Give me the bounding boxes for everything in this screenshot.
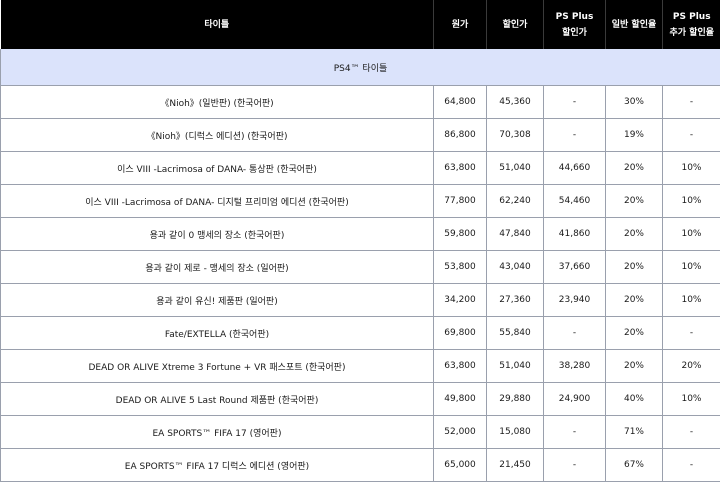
table-row: 이스 VIII -Lacrimosa of DANA- 디지털 프리미엄 에디션… bbox=[0, 184, 720, 218]
cell-ps-plus-price: 38,280 bbox=[543, 349, 606, 383]
cell-ps-plus-price: 44,660 bbox=[543, 151, 606, 185]
table-row: DEAD OR ALIVE 5 Last Round 제품판 (한국어판) 49,… bbox=[0, 382, 720, 416]
cell-normal-rate: 40% bbox=[605, 382, 663, 416]
cell-title: DEAD OR ALIVE Xtreme 3 Fortune + VR 패스포트… bbox=[0, 349, 434, 383]
cell-title: EA SPORTS™ FIFA 17 (영어판) bbox=[0, 415, 434, 449]
cell-original-price: 53,800 bbox=[433, 250, 487, 284]
cell-sale-price: 70,308 bbox=[486, 118, 544, 152]
section-label: PS4™ 타이틀 bbox=[0, 49, 720, 86]
cell-ps-plus-price: - bbox=[543, 415, 606, 449]
cell-original-price: 49,800 bbox=[433, 382, 487, 416]
table-row: 용과 같이 제로 - 맹세의 장소 (일어판) 53,800 43,040 37,66… bbox=[0, 250, 720, 284]
cell-title: 《Nioh》(일반판) (한국어판) bbox=[0, 85, 434, 119]
cell-extra-rate: 20% bbox=[662, 349, 720, 383]
cell-sale-price: 29,880 bbox=[486, 382, 544, 416]
header-extra-rate-line1: PS Plus bbox=[672, 11, 711, 22]
table-row: DEAD OR ALIVE Xtreme 3 Fortune + VR 패스포트… bbox=[0, 349, 720, 383]
table-row: 용과 같이 유신! 제품판 (일어판) 34,200 27,360 23,940 20%… bbox=[0, 283, 720, 317]
cell-ps-plus-price: 24,900 bbox=[543, 382, 606, 416]
cell-normal-rate: 20% bbox=[605, 250, 663, 284]
cell-original-price: 64,800 bbox=[433, 85, 487, 119]
header-extra-rate-line2: 추가 할인율 bbox=[669, 27, 715, 38]
cell-sale-price: 51,040 bbox=[486, 151, 544, 185]
header-ps-plus-price: PS Plus 할인가 bbox=[543, 0, 606, 49]
table-row: 이스 VIII -Lacrimosa of DANA- 통상판 (한국어판) 63… bbox=[0, 151, 720, 185]
cell-original-price: 86,800 bbox=[433, 118, 487, 152]
cell-extra-rate: - bbox=[662, 316, 720, 350]
cell-title: 용과 같이 유신! 제품판 (일어판) bbox=[0, 283, 434, 317]
cell-sale-price: 47,840 bbox=[486, 217, 544, 251]
cell-title: DEAD OR ALIVE 5 Last Round 제품판 (한국어판) bbox=[0, 382, 434, 416]
cell-normal-rate: 20% bbox=[605, 151, 663, 185]
cell-original-price: 34,200 bbox=[433, 283, 487, 317]
cell-title: 이스 VIII -Lacrimosa of DANA- 디지털 프리미엄 에디션… bbox=[0, 184, 434, 218]
cell-ps-plus-price: - bbox=[543, 316, 606, 350]
cell-ps-plus-price: - bbox=[543, 448, 606, 482]
cell-title: 용과 같이 제로 - 맹세의 장소 (일어판) bbox=[0, 250, 434, 284]
cell-extra-rate: - bbox=[662, 85, 720, 119]
table-row: 용과 같이 0 맹세의 장소 (한국어판) 59,800 47,840 41,860 2… bbox=[0, 217, 720, 251]
cell-sale-price: 43,040 bbox=[486, 250, 544, 284]
cell-original-price: 52,000 bbox=[433, 415, 487, 449]
cell-ps-plus-price: 37,660 bbox=[543, 250, 606, 284]
cell-extra-rate: 10% bbox=[662, 382, 720, 416]
cell-sale-price: 21,450 bbox=[486, 448, 544, 482]
cell-original-price: 63,800 bbox=[433, 151, 487, 185]
table-row: Fate/EXTELLA (한국어판) 69,800 55,840-20% - bbox=[0, 316, 720, 350]
cell-sale-price: 15,080 bbox=[486, 415, 544, 449]
table-row: 《Nioh》(일반판) (한국어판) 64,800 45,360-30% - bbox=[0, 85, 720, 119]
cell-ps-plus-price: 54,460 bbox=[543, 184, 606, 218]
cell-ps-plus-price: 23,940 bbox=[543, 283, 606, 317]
cell-ps-plus-price: - bbox=[543, 85, 606, 119]
cell-normal-rate: 19% bbox=[605, 118, 663, 152]
price-table: 타이틀 원가 할인가 PS Plus 할인가 일반 할인율 PS Plus 추가… bbox=[0, 0, 720, 482]
header-normal-rate: 일반 할인율 bbox=[605, 0, 663, 49]
cell-sale-price: 62,240 bbox=[486, 184, 544, 218]
section-row: PS4™ 타이틀 bbox=[0, 49, 720, 86]
table-body: PS4™ 타이틀 《Nioh》(일반판) (한국어판) 64,800 45,360-… bbox=[0, 49, 720, 482]
header-extra-rate: PS Plus 추가 할인율 bbox=[662, 0, 720, 49]
cell-extra-rate: 10% bbox=[662, 184, 720, 218]
cell-ps-plus-price: 41,860 bbox=[543, 217, 606, 251]
header-ps-plus-price-line1: PS Plus bbox=[555, 11, 594, 22]
cell-normal-rate: 20% bbox=[605, 217, 663, 251]
header-sale-price: 할인가 bbox=[486, 0, 544, 49]
cell-extra-rate: - bbox=[662, 415, 720, 449]
header-ps-plus-price-line2: 할인가 bbox=[562, 27, 587, 38]
cell-normal-rate: 20% bbox=[605, 184, 663, 218]
cell-original-price: 77,800 bbox=[433, 184, 487, 218]
table-header: 타이틀 원가 할인가 PS Plus 할인가 일반 할인율 PS Plus 추가… bbox=[0, 0, 720, 49]
cell-sale-price: 55,840 bbox=[486, 316, 544, 350]
cell-extra-rate: - bbox=[662, 118, 720, 152]
cell-title: 용과 같이 0 맹세의 장소 (한국어판) bbox=[0, 217, 434, 251]
cell-normal-rate: 20% bbox=[605, 349, 663, 383]
table-row: EA SPORTS™ FIFA 17 (영어판) 52,000 15,080-71%… bbox=[0, 415, 720, 449]
cell-original-price: 59,800 bbox=[433, 217, 487, 251]
cell-extra-rate: 10% bbox=[662, 283, 720, 317]
cell-sale-price: 45,360 bbox=[486, 85, 544, 119]
cell-title: 《Nioh》(디럭스 에디션) (한국어판) bbox=[0, 118, 434, 152]
cell-normal-rate: 20% bbox=[605, 283, 663, 317]
header-original-price: 원가 bbox=[433, 0, 487, 49]
cell-extra-rate: 10% bbox=[662, 217, 720, 251]
cell-ps-plus-price: - bbox=[543, 118, 606, 152]
cell-normal-rate: 71% bbox=[605, 415, 663, 449]
cell-extra-rate: 10% bbox=[662, 151, 720, 185]
cell-original-price: 69,800 bbox=[433, 316, 487, 350]
cell-title: EA SPORTS™ FIFA 17 디럭스 에디션 (영어판) bbox=[0, 448, 434, 482]
cell-normal-rate: 30% bbox=[605, 85, 663, 119]
cell-original-price: 65,000 bbox=[433, 448, 487, 482]
header-title: 타이틀 bbox=[0, 0, 434, 49]
cell-title: 이스 VIII -Lacrimosa of DANA- 통상판 (한국어판) bbox=[0, 151, 434, 185]
cell-extra-rate: 10% bbox=[662, 250, 720, 284]
cell-normal-rate: 67% bbox=[605, 448, 663, 482]
cell-extra-rate: - bbox=[662, 448, 720, 482]
cell-title: Fate/EXTELLA (한국어판) bbox=[0, 316, 434, 350]
cell-normal-rate: 20% bbox=[605, 316, 663, 350]
table-row: 《Nioh》(디럭스 에디션) (한국어판) 86,800 70,308-19% - bbox=[0, 118, 720, 152]
cell-sale-price: 51,040 bbox=[486, 349, 544, 383]
cell-original-price: 63,800 bbox=[433, 349, 487, 383]
cell-sale-price: 27,360 bbox=[486, 283, 544, 317]
table-row: EA SPORTS™ FIFA 17 디럭스 에디션 (영어판) 65,000 21… bbox=[0, 448, 720, 482]
